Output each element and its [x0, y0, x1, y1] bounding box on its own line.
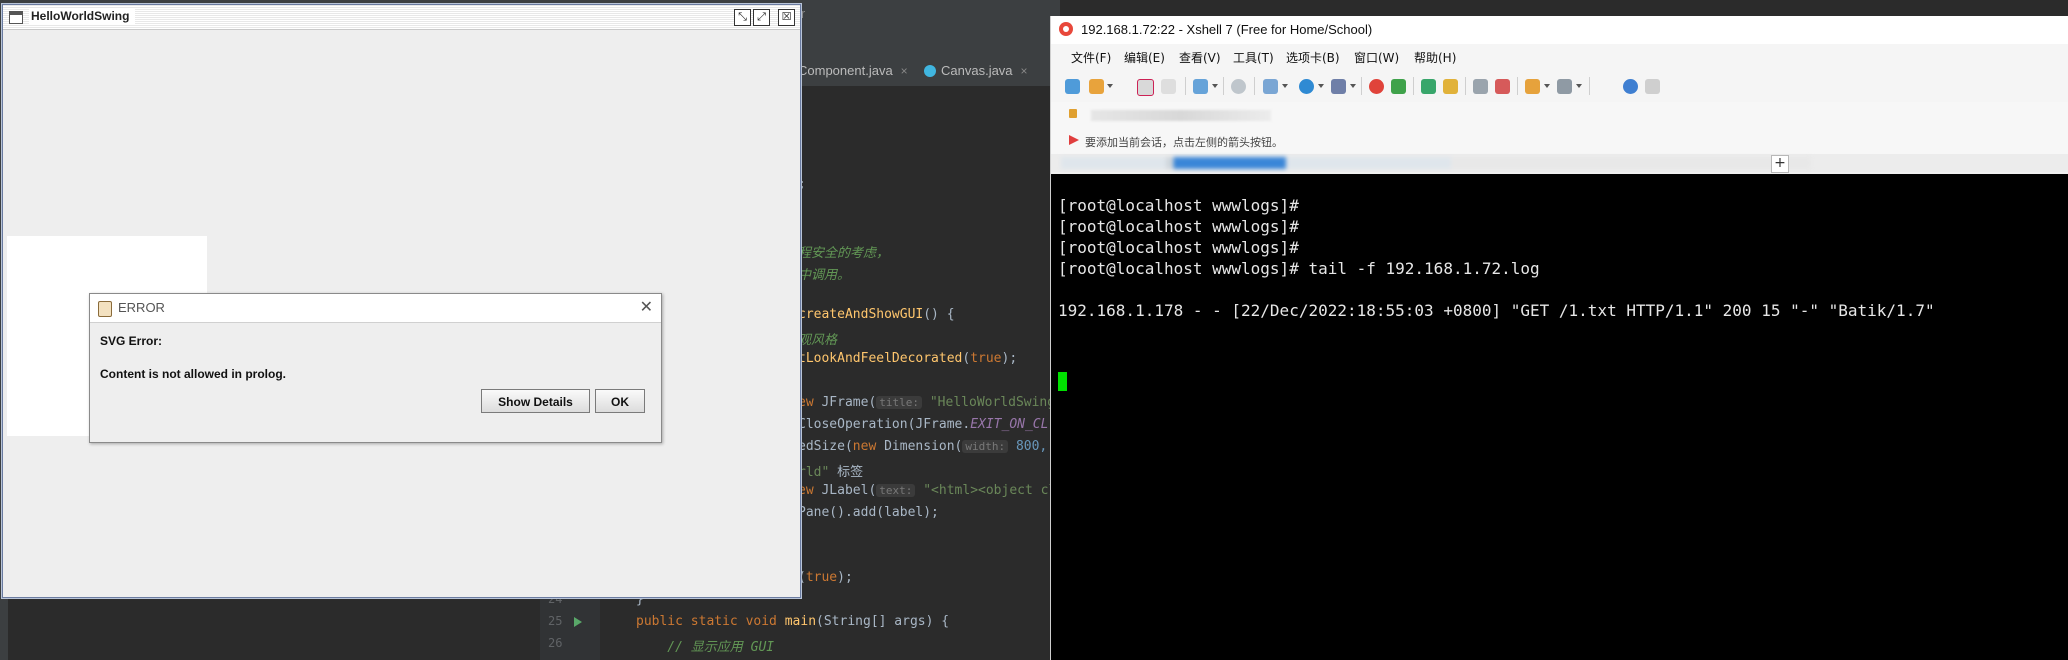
address-bar[interactable] [1051, 102, 2068, 129]
chevron-down-icon[interactable] [1107, 84, 1113, 88]
code-line: createAndShowGUI() { [798, 307, 955, 322]
param-hint: title: [876, 396, 923, 409]
disconnect-icon[interactable] [1161, 79, 1176, 94]
session-tabs: + [1051, 154, 2068, 173]
terminal-line: [root@localhost wwwlogs]# [1058, 238, 1299, 257]
swing-titlebar[interactable]: HelloWorldSwing ⤡ ⤢ ☒ [3, 5, 800, 30]
run-icon[interactable] [574, 617, 582, 627]
menu-file[interactable]: 文件(F) [1071, 49, 1111, 66]
close-icon[interactable]: ✕ [640, 297, 653, 316]
tab-component-java[interactable]: Component.java × [798, 56, 908, 86]
dialog-title: ERROR [118, 300, 165, 315]
maximize-icon[interactable]: ⤢ [753, 9, 770, 26]
code-line: 程安全的考虑， [798, 246, 890, 261]
terminal-cursor [1058, 372, 1067, 391]
code-line: public static void main(String[] args) { [636, 614, 950, 629]
menu-window[interactable]: 窗口(W) [1354, 49, 1399, 66]
add-tab-button[interactable]: + [1771, 155, 1789, 173]
menu-bar: 文件(F) 编辑(E) 查看(V) 工具(T) 选项卡(B) 窗口(W) 帮助(… [1051, 44, 2068, 70]
swing-window-title: HelloWorldSwing [29, 8, 136, 24]
keyboard-icon[interactable] [1473, 79, 1488, 94]
terminal-line: [root@localhost wwwlogs]# tail -f 192.16… [1058, 259, 1540, 278]
error-dialog: ERROR ✕ SVG Error: Content is not allowe… [89, 293, 662, 443]
dialog-message: Content is not allowed in prolog. [100, 367, 286, 381]
lock-icon[interactable] [1443, 79, 1458, 94]
code-line: ew JLabel(text: "<html><object cl [798, 483, 1057, 498]
minimize-icon[interactable]: ⤡ [734, 9, 751, 26]
tile-icon[interactable] [1557, 79, 1572, 94]
chat-icon[interactable] [1645, 79, 1660, 94]
code-line: ew JFrame(title: "HelloWorldSwing" [798, 395, 1063, 410]
terminal-line: 192.168.1.178 - - [22/Dec/2022:18:55:03 … [1058, 301, 1935, 320]
code-line: rld" 标签 [798, 465, 864, 480]
chevron-down-icon[interactable] [1282, 84, 1288, 88]
highlight-icon[interactable] [1495, 79, 1510, 94]
terminal-line: [root@localhost wwwlogs]# [1058, 217, 1299, 236]
chevron-down-icon[interactable] [1350, 84, 1356, 88]
code-line: CloseOperation(JFrame.EXIT_ON_CL [798, 417, 1049, 432]
close-icon[interactable]: ☒ [778, 9, 795, 26]
new-session-icon[interactable] [1065, 79, 1080, 94]
xmanager-icon[interactable] [1391, 79, 1406, 94]
layout-icon[interactable] [1263, 79, 1278, 94]
menu-tabs[interactable]: 选项卡(B) [1286, 49, 1340, 66]
code-line: 观风格 [798, 333, 838, 348]
param-hint: text: [876, 484, 916, 497]
menu-edit[interactable]: 编辑(E) [1124, 49, 1165, 66]
menu-view[interactable]: 查看(V) [1179, 49, 1221, 66]
xshell-logo-icon [1059, 22, 1073, 36]
search-icon[interactable] [1231, 79, 1246, 94]
param-hint: width: [962, 440, 1009, 453]
dialog-heading: SVG Error: [100, 334, 163, 348]
help-icon[interactable] [1623, 79, 1638, 94]
xshell-titlebar[interactable]: 192.168.1.72:22 - Xshell 7 (Free for Hom… [1051, 16, 2068, 44]
tab-label: Canvas.java [941, 63, 1013, 78]
close-icon[interactable]: × [901, 64, 908, 78]
globe-icon[interactable] [1299, 79, 1314, 94]
fullscreen-icon[interactable] [1421, 79, 1436, 94]
font-icon[interactable] [1331, 79, 1346, 94]
code-line: (true); [798, 570, 853, 585]
arrow-right-icon[interactable] [1069, 135, 1079, 145]
line-number: 25 [548, 614, 563, 628]
close-icon[interactable]: × [1021, 64, 1028, 78]
chevron-down-icon[interactable] [1318, 84, 1324, 88]
code-line: // 显示应用 GUI [636, 640, 775, 655]
code-line: tLookAndFeelDecorated(true); [798, 351, 1018, 366]
terminal-line: [root@localhost wwwlogs]# [1058, 196, 1299, 215]
connect-icon[interactable] [1137, 79, 1154, 96]
dialog-titlebar[interactable]: ERROR ✕ [90, 294, 661, 323]
xshell-window: 192.168.1.72:22 - Xshell 7 (Free for Hom… [1050, 16, 2068, 660]
session-hint-text: 要添加当前会话，点击左侧的箭头按钮。 [1085, 136, 1283, 149]
folder-icon[interactable] [1525, 79, 1540, 94]
line-number: 26 [548, 636, 563, 650]
chevron-down-icon[interactable] [1544, 84, 1550, 88]
xshell-window-title: 192.168.1.72:22 - Xshell 7 (Free for Hom… [1081, 22, 1373, 37]
window-icon [9, 11, 23, 24]
lock-icon [1069, 109, 1077, 118]
address-field-blurred[interactable] [1091, 110, 1271, 121]
reconnect-icon[interactable] [1193, 79, 1208, 94]
chevron-down-icon[interactable] [1212, 84, 1218, 88]
code-line: edSize(new Dimension(width: 800, [798, 439, 1048, 454]
menu-tools[interactable]: 工具(T) [1233, 49, 1274, 66]
open-folder-icon[interactable] [1089, 79, 1104, 94]
ide-editor-tabs: Component.java × Canvas.java × [790, 56, 1060, 87]
xftp-icon[interactable] [1369, 79, 1384, 94]
tab-canvas-java[interactable]: Canvas.java × [924, 56, 1028, 86]
session-hint-bar: 要添加当前会话，点击左侧的箭头按钮。 [1051, 128, 2068, 154]
session-tabs-blurred[interactable] [1061, 157, 1811, 169]
ok-button[interactable]: OK [595, 389, 645, 413]
java-class-icon [924, 65, 936, 77]
tab-label: Component.java [798, 63, 893, 78]
toolbar [1051, 70, 2068, 103]
code-line: 中调用。 [798, 268, 851, 283]
code-line: Pane().add(label); [798, 505, 939, 520]
show-details-button[interactable]: Show Details [481, 389, 590, 413]
java-icon [98, 301, 112, 317]
terminal[interactable]: [root@localhost wwwlogs]# [root@localhos… [1051, 174, 2068, 660]
menu-help[interactable]: 帮助(H) [1414, 49, 1456, 66]
chevron-down-icon[interactable] [1576, 84, 1582, 88]
